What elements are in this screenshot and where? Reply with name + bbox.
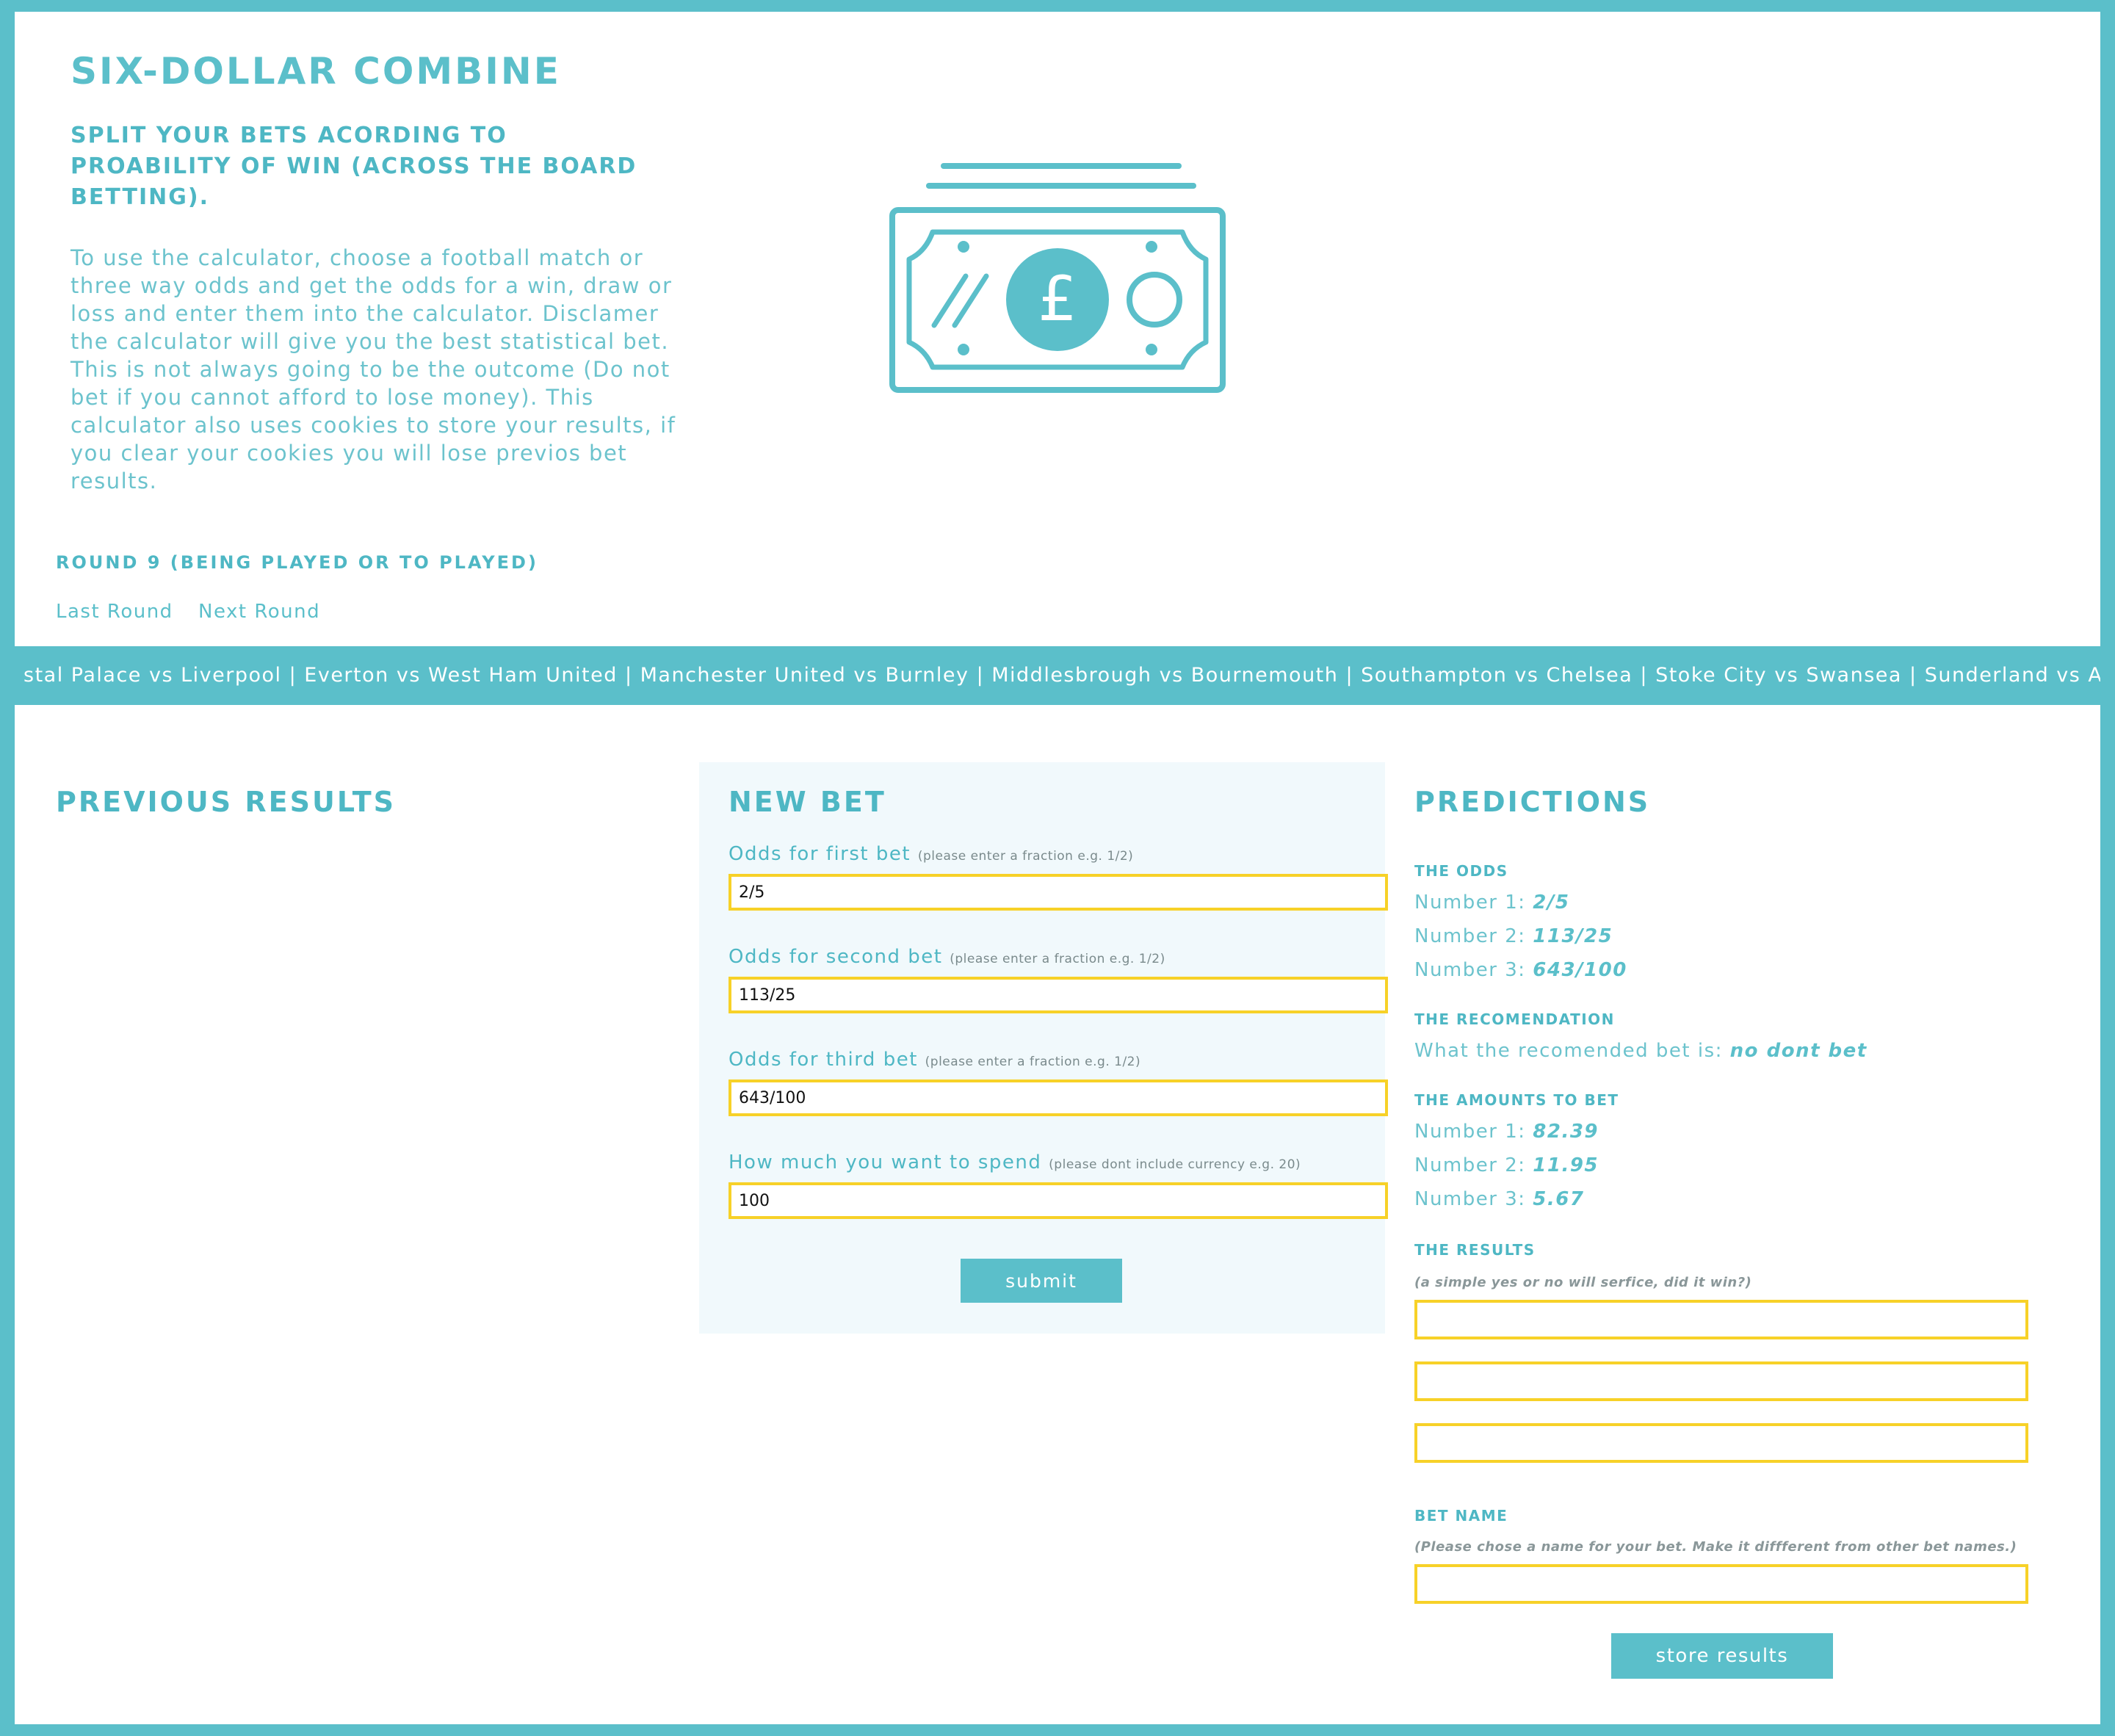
third-bet-odds-input[interactable] [728,1079,1388,1116]
first-bet-odds-input[interactable] [728,874,1388,911]
odds-value-2: 113/25 [1533,925,1613,947]
third-bet-label: Odds for third bet (please enter a fract… [728,1049,1140,1071]
intro-text: To use the calculator, choose a football… [70,245,676,493]
amount-line-2: Number 2: 11.95 [1414,1154,1599,1176]
first-bet-label-text: Odds for first bet [728,843,911,865]
second-bet-label-text: Odds for second bet [728,946,943,968]
new-bet-heading: NEW BET [728,786,886,818]
odds-label-1: Number 1: [1414,891,1526,914]
odds-value-1: 2/5 [1533,891,1570,914]
fixtures-ticker: stal Palace vs Liverpool | Everton vs We… [15,646,2100,705]
recommendation-line: What the recomended bet is: no dont bet [1414,1040,1868,1062]
recommendation-label: What the recomended bet is: [1414,1040,1723,1062]
odds-label-2: Number 2: [1414,925,1526,947]
first-bet-label: Odds for first bet (please enter a fract… [728,843,1133,865]
amount-label-3: Number 3: [1414,1188,1526,1210]
next-round-link[interactable]: Next Round [198,601,320,623]
bet-name-heading: BET NAME [1414,1507,1508,1525]
bet-name-input[interactable] [1414,1564,2028,1604]
round-label: ROUND 9 (BEING PLAYED OR TO PLAYED) [56,552,538,573]
recommendation-heading: THE RECOMENDATION [1414,1010,1615,1028]
amount-line-3: Number 3: 5.67 [1414,1188,1584,1210]
results-heading: THE RESULTS [1414,1241,1536,1259]
odds-value-3: 643/100 [1533,959,1627,981]
spend-amount-input[interactable] [728,1182,1388,1219]
odds-line-1: Number 1: 2/5 [1414,891,1569,914]
store-results-button[interactable]: store results [1611,1633,1833,1679]
odds-line-2: Number 2: 113/25 [1414,925,1613,947]
third-bet-hint: (please enter a fraction e.g. 1/2) [925,1055,1141,1069]
last-round-link[interactable]: Last Round [56,601,173,623]
submit-button[interactable]: submit [961,1259,1122,1303]
result-input-3[interactable] [1414,1423,2028,1463]
page-title: SIX-DOLLAR COMBINE [70,50,561,93]
amounts-heading: THE AMOUNTS TO BET [1414,1091,1619,1109]
odds-label-3: Number 3: [1414,959,1526,981]
second-bet-hint: (please enter a fraction e.g. 1/2) [950,952,1165,966]
second-bet-label: Odds for second bet (please enter a frac… [728,946,1165,968]
third-bet-label-text: Odds for third bet [728,1049,918,1071]
second-bet-odds-input[interactable] [728,977,1388,1013]
result-input-1[interactable] [1414,1300,2028,1339]
spend-hint: (please dont include currency e.g. 20) [1049,1157,1301,1172]
amount-label-1: Number 1: [1414,1121,1526,1143]
result-input-2[interactable] [1414,1361,2028,1401]
amount-label-2: Number 2: [1414,1154,1526,1176]
previous-results-heading: PREVIOUS RESULTS [56,786,397,818]
predictions-heading: PREDICTIONS [1414,786,1651,818]
fixtures-ticker-text: stal Palace vs Liverpool | Everton vs We… [24,664,2100,687]
recommendation-value: no dont bet [1729,1040,1868,1062]
pound-banknote-icon: £ [889,160,1234,395]
new-bet-panel: NEW BET Odds for first bet (please enter… [699,762,1388,1334]
odds-heading: THE ODDS [1414,862,1508,880]
spend-label-text: How much you want to spend [728,1151,1042,1173]
odds-line-3: Number 3: 643/100 [1414,959,1627,981]
svg-text:£: £ [1038,263,1077,335]
bet-name-note: (Please chose a name for your bet. Make … [1414,1539,2017,1555]
first-bet-hint: (please enter a fraction e.g. 1/2) [917,849,1134,864]
amount-value-1: 82.39 [1533,1121,1599,1143]
spend-label: How much you want to spend (please dont … [728,1151,1301,1173]
page-subtitle: SPLIT YOUR BETS ACORDING TO PROABILITY O… [70,123,637,210]
amount-value-3: 5.67 [1533,1188,1585,1210]
amount-value-2: 11.95 [1533,1154,1599,1176]
amount-line-1: Number 1: 82.39 [1414,1121,1599,1143]
results-note: (a simple yes or no will serfice, did it… [1414,1275,1752,1290]
